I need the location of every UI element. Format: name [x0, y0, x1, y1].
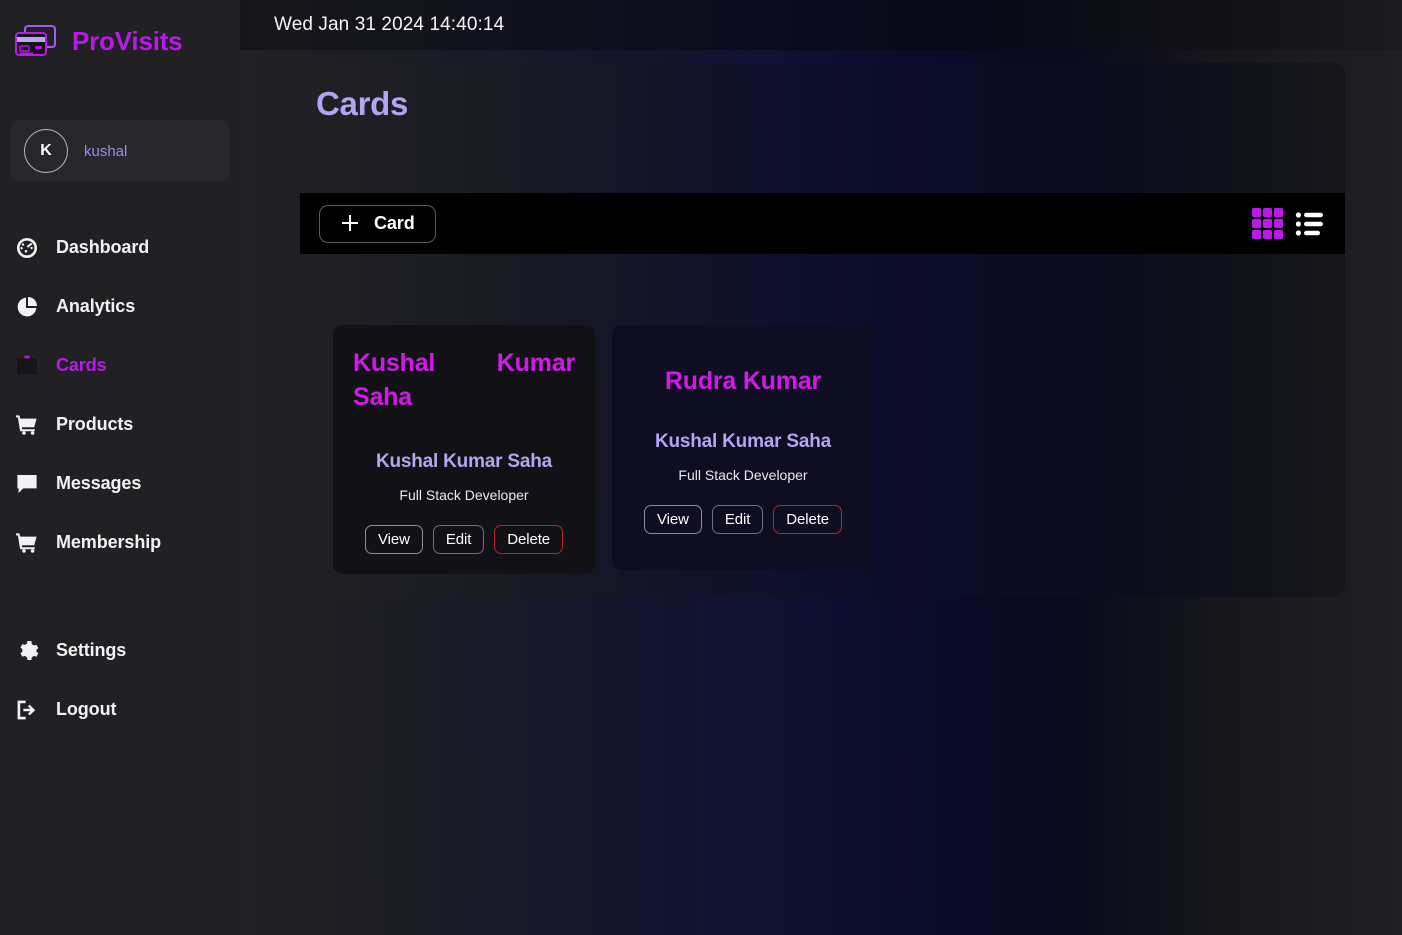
card-title: Kushal Kumar Saha — [353, 349, 575, 411]
sidebar-item-analytics[interactable]: Analytics — [0, 277, 240, 336]
sidebar-item-label: Settings — [56, 640, 127, 660]
sidebar-nav: Dashboard Analytics Cards Products Messa… — [0, 218, 240, 739]
sidebar-item-dashboard[interactable]: Dashboard — [0, 218, 240, 277]
sidebar-item-label: Dashboard — [56, 237, 150, 257]
list-view-icon[interactable] — [1295, 209, 1325, 239]
sidebar-item-label: Logout — [56, 699, 117, 719]
credit-cards-icon — [14, 24, 58, 58]
sidebar-item-membership[interactable]: Membership — [0, 513, 240, 572]
grid-view-icon[interactable] — [1251, 207, 1285, 241]
card-person-name: Kushal Kumar Saha — [654, 430, 832, 452]
cards-toolbar: Card — [300, 193, 1345, 254]
visit-card[interactable]: Rudra Kumar Kushal Kumar Saha Full Stack… — [612, 325, 874, 570]
add-card-label: Card — [374, 213, 415, 233]
user-profile[interactable]: K kushal — [10, 120, 230, 182]
sidebar-item-settings[interactable]: Settings — [0, 621, 240, 680]
card-person-name: Kushal Kumar Saha — [375, 450, 553, 472]
edit-button[interactable]: Edit — [711, 504, 764, 534]
card-title: Rudra Kumar — [664, 367, 822, 395]
sidebar: ProVisits K kushal Dashboard Analytics C… — [0, 0, 240, 935]
add-card-button[interactable]: Card — [319, 204, 436, 243]
view-button[interactable]: View — [643, 504, 702, 534]
clock-text: Wed Jan 31 2024 14:40:14 — [274, 14, 505, 35]
sidebar-item-products[interactable]: Products — [0, 395, 240, 454]
sidebar-item-label: Products — [56, 414, 134, 434]
view-button[interactable]: View — [364, 524, 423, 554]
topbar: Wed Jan 31 2024 14:40:14 — [240, 0, 1402, 50]
delete-button[interactable]: Delete — [773, 504, 843, 534]
card-actions: View Edit Delete — [364, 524, 564, 554]
main-content: Wed Jan 31 2024 14:40:14 Cards Card Kush… — [240, 0, 1402, 935]
app-root: ProVisits K kushal Dashboard Analytics C… — [0, 0, 1402, 935]
plus-icon — [340, 214, 360, 234]
view-toggle-group — [1251, 207, 1325, 241]
card-person-role: Full Stack Developer — [678, 466, 808, 483]
sidebar-item-logout[interactable]: Logout — [0, 680, 240, 739]
chat-icon — [14, 471, 40, 497]
gear-icon — [14, 638, 40, 664]
cards-grid: Kushal Kumar Saha Kushal Kumar Saha Full… — [300, 254, 1345, 597]
page-title: Cards — [316, 85, 409, 122]
brand[interactable]: ProVisits — [0, 0, 240, 68]
visit-card[interactable]: Kushal Kumar Saha Kushal Kumar Saha Full… — [333, 325, 595, 574]
card-actions: View Edit Delete — [643, 504, 843, 534]
profile-username: kushal — [84, 142, 128, 160]
cards-panel: Cards Card Kushal Kumar Saha Kushal Kuma… — [300, 63, 1345, 597]
pie-chart-icon — [14, 294, 40, 320]
sidebar-item-label: Membership — [56, 532, 162, 552]
sidebar-item-cards[interactable]: Cards — [0, 336, 240, 395]
sidebar-item-messages[interactable]: Messages — [0, 454, 240, 513]
avatar: K — [24, 129, 68, 173]
delete-button[interactable]: Delete — [494, 524, 564, 554]
sidebar-item-label: Messages — [56, 473, 142, 493]
cart-icon — [14, 530, 40, 556]
sidebar-item-label: Analytics — [56, 296, 136, 316]
cart-icon — [14, 412, 40, 438]
dashboard-icon — [14, 235, 40, 261]
edit-button[interactable]: Edit — [432, 524, 485, 554]
card-person-role: Full Stack Developer — [399, 486, 529, 503]
logout-icon — [14, 697, 40, 723]
brand-name: ProVisits — [72, 25, 183, 56]
id-badge-icon — [14, 353, 40, 379]
sidebar-item-label: Cards — [56, 355, 107, 375]
